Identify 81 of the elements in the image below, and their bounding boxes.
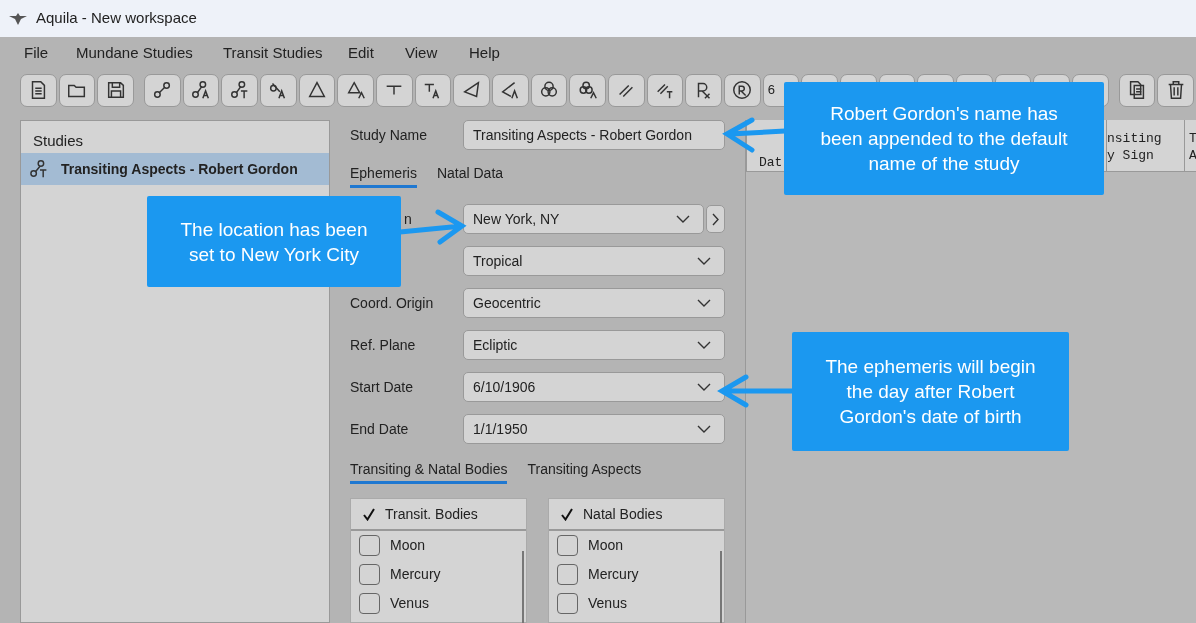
toolbar-button[interactable] [182, 73, 220, 107]
toolbar-button[interactable] [492, 73, 529, 107]
chevron-down-icon [697, 425, 711, 433]
toolbar-button[interactable] [337, 73, 374, 107]
toolbar-button[interactable] [221, 73, 258, 107]
checkbox[interactable] [359, 535, 380, 556]
window-title: Aquila - New workspace [36, 8, 197, 29]
checkbox-label: Venus [588, 594, 627, 613]
tab[interactable]: Transiting Aspects [527, 458, 642, 484]
dropdown[interactable]: New York, NY [463, 204, 704, 234]
tab[interactable]: Ephemeris [350, 162, 417, 188]
toolbar-button[interactable] [608, 73, 645, 107]
field-label: Start Date [350, 377, 414, 397]
annotation-tooltip: The location has been set to New York City [147, 196, 401, 287]
column-header[interactable]: T A [1184, 120, 1196, 171]
toolbar-button[interactable] [1157, 73, 1195, 107]
chevron-down-icon [697, 383, 711, 391]
checkbox[interactable] [557, 564, 578, 585]
annotation-tooltip: Robert Gordon's name has been appended to the default name of the study [784, 82, 1104, 195]
toolbar-button[interactable] [143, 73, 181, 107]
toolbar-button[interactable] [259, 73, 297, 107]
checkbox-label: Moon [588, 536, 624, 555]
study-name: Transiting Aspects - Robert Gordon [61, 159, 298, 179]
checkbox-label: Mercury [390, 565, 441, 584]
menu-item[interactable]: View [405, 41, 469, 70]
checkbox-label: Mercury [588, 565, 639, 584]
toolbar-button[interactable] [58, 73, 96, 107]
scrollbar[interactable] [522, 551, 524, 623]
menu-item[interactable]: Transit Studies [223, 41, 348, 70]
checkmark-icon [363, 507, 375, 521]
toolbar-button[interactable] [569, 73, 606, 107]
toolbar-button[interactable] [97, 73, 134, 107]
field-label: Coord. Origin [350, 293, 434, 313]
toolbar-button[interactable] [530, 73, 568, 107]
chevron-down-icon [697, 257, 711, 265]
toolbar-button[interactable] [724, 73, 761, 107]
field-label: Study Name [350, 125, 429, 145]
checkbox[interactable] [359, 564, 380, 585]
menu-item[interactable]: Edit [348, 41, 405, 70]
toolbar-button[interactable] [298, 73, 336, 107]
dropdown[interactable]: Geocentric [463, 288, 725, 318]
chevron-down-icon [697, 299, 711, 307]
toolbar-button[interactable] [375, 73, 413, 107]
checkbox[interactable] [359, 593, 380, 614]
chevron-down-icon [697, 341, 711, 349]
field-label: n [404, 209, 412, 229]
checkbox[interactable] [557, 535, 578, 556]
menu-item[interactable]: File [24, 41, 76, 70]
toolbar-button[interactable] [685, 73, 722, 107]
chevron-down-icon [676, 215, 690, 223]
study-list-item[interactable]: Transiting Aspects - Robert Gordon [21, 153, 329, 185]
chevron-right-icon [712, 212, 719, 226]
dropdown[interactable]: 6/10/1906 [463, 372, 725, 402]
list-header[interactable]: Natal Bodies [549, 499, 724, 531]
list-header[interactable]: Transit. Bodies [351, 499, 526, 531]
toolbar-button[interactable] [1118, 73, 1156, 107]
dropdown[interactable]: Ecliptic [463, 330, 725, 360]
checkbox[interactable] [557, 593, 578, 614]
toolbar-button[interactable] [453, 73, 490, 107]
field-label: Ref. Plane [350, 335, 416, 355]
column-header[interactable]: nsiting y Sign [1106, 120, 1184, 171]
next-button[interactable] [706, 205, 725, 233]
annotation-tooltip: The ephemeris will begin the day after Robert Gordon's date of birth [792, 332, 1069, 451]
toolbar-button[interactable] [20, 73, 57, 107]
menu-item[interactable]: Help [469, 41, 529, 70]
dropdown[interactable]: 1/1/1950 [463, 414, 725, 444]
toolbar-button[interactable] [414, 73, 452, 107]
dropdown[interactable]: Tropical [463, 246, 725, 276]
tab[interactable]: Transiting & Natal Bodies [350, 458, 508, 484]
study-name-field[interactable]: Transiting Aspects - Robert Gordon [463, 120, 725, 150]
panel-title: Studies [32, 131, 85, 151]
circled-rx-icon [731, 79, 754, 101]
checkmark-icon [561, 507, 573, 521]
tab[interactable]: Natal Data [436, 162, 504, 188]
scrollbar[interactable] [720, 551, 722, 623]
checkbox-label: Moon [390, 536, 426, 555]
field-label: End Date [350, 419, 409, 439]
toolbar-button[interactable] [646, 73, 684, 107]
nodes-letter-icon [189, 79, 212, 101]
menu-item[interactable]: Mundane Studies [76, 41, 223, 70]
checkbox-label: Venus [390, 594, 429, 613]
